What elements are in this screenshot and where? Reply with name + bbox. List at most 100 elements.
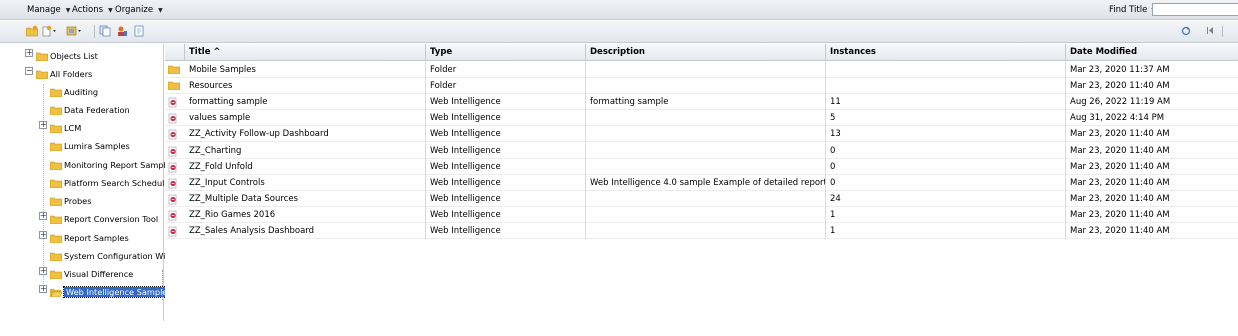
organize-menu-label: Organize: [115, 5, 154, 15]
cell-instances: 1: [826, 223, 1066, 239]
table-row[interactable]: Resources Folder Mar 23, 2020 11:40 AM: [165, 78, 1238, 95]
tree-item-probes[interactable]: Probes: [49, 196, 92, 208]
web-intelligence-document-icon: [168, 210, 180, 221]
tree-item-web-intelligence-samples[interactable]: Web Intelligence Samples: [50, 286, 175, 299]
refresh-icon[interactable]: [1181, 26, 1191, 39]
tree-item-label: Auditing: [64, 87, 99, 97]
cell-description: [586, 110, 826, 127]
cell-date-modified: Aug 31, 2022 4:14 PM: [1070, 113, 1165, 124]
cell-date-modified: Mar 23, 2020 11:40 AM: [1070, 161, 1170, 172]
menu-bar: Manage▼ Actions▼ Organize▼ Find Title▼: [0, 0, 1238, 20]
tree-item-label: All Folders: [50, 69, 93, 79]
cell-description: [586, 62, 826, 78]
folder-icon: [49, 197, 63, 206]
cell-description: Web Intelligence 4.0 sample Example of d…: [586, 174, 826, 191]
table-row[interactable]: ZZ_Fold Unfold Web Intelligence 0 Mar 23, 2…: [165, 158, 1238, 175]
table-row[interactable]: Mobile Samples Folder Mar 23, 2020 11:37 A…: [165, 62, 1238, 78]
expand-icon[interactable]: +: [39, 267, 47, 275]
cell-title: formatting sample: [185, 94, 426, 111]
cell-date-modified: Mar 23, 2020 11:40 AM: [1070, 226, 1170, 236]
tree-item-label: Monitoring Report Sample: [64, 160, 171, 170]
actions-menu[interactable]: Actions ▼: [72, 5, 113, 15]
cell-description: [586, 158, 826, 175]
cell-title: ZZ_Rio Games 2016: [185, 206, 426, 223]
tree-item-label: LCM: [64, 123, 82, 133]
cell-type: Folder: [426, 78, 586, 95]
web-intelligence-document-icon: [168, 146, 180, 156]
table-row[interactable]: ZZ_Input Controls Web Intelligence Web Int…: [165, 174, 1238, 191]
cell-type: Web Intelligence: [426, 110, 586, 127]
cell-title: ZZ_Fold Unfold: [185, 158, 426, 175]
column-header-title[interactable]: Title ^: [185, 44, 426, 61]
table-row[interactable]: formatting sample Web Intelligence formatt…: [165, 94, 1238, 111]
tree-item-platform-search-scheduling[interactable]: Platform Search Scheduling: [49, 178, 178, 190]
tree-guide-line: [43, 84, 44, 290]
first-page-icon[interactable]: [1206, 26, 1214, 38]
collapse-icon[interactable]: −: [25, 67, 33, 75]
document-icon[interactable]: [133, 25, 145, 38]
expand-icon[interactable]: +: [25, 49, 33, 57]
chevron-down-icon: ▼: [108, 7, 113, 14]
toolbar: [0, 21, 1238, 43]
tree-item-system-configuration-wizard[interactable]: System Configuration Wizard: [49, 251, 183, 263]
tree-item-lumira-samples[interactable]: Lumira Samples: [49, 141, 130, 153]
folder-icon: [49, 88, 63, 97]
copy-icon[interactable]: [99, 25, 111, 38]
search-input[interactable]: [1152, 3, 1238, 16]
tree-item-objects-list[interactable]: Objects List: [35, 51, 98, 63]
table-row[interactable]: values sample Web Intelligence 5 Aug 31, 20…: [165, 110, 1238, 127]
table-row[interactable]: ZZ_Charting Web Intelligence 0 Mar 23, 2020…: [165, 142, 1238, 159]
cell-description: formatting sample: [586, 94, 826, 111]
cell-date-modified: Mar 23, 2020 11:40 AM: [1070, 193, 1170, 204]
cell-instances: 11: [826, 94, 1066, 111]
tree-item-lcm[interactable]: LCM: [49, 123, 82, 135]
web-intelligence-document-icon: [168, 97, 180, 108]
open-folder-icon: [50, 288, 63, 297]
table-row[interactable]: ZZ_Multiple Data Sources Web Intelligence…: [165, 190, 1238, 207]
cell-date-modified: Mar 23, 2020 11:40 AM: [1070, 209, 1170, 220]
tree-item-label: Platform Search Scheduling: [64, 178, 178, 188]
new-folder-icon[interactable]: [26, 25, 38, 38]
tree-item-data-federation[interactable]: Data Federation: [49, 105, 130, 117]
tree-item-report-conversion-tool[interactable]: Report Conversion Tool: [49, 214, 159, 226]
tree-item-monitoring-report-sample[interactable]: Monitoring Report Sample: [49, 160, 171, 172]
web-intelligence-document-icon: [168, 113, 180, 124]
tree-item-visual-difference[interactable]: Visual Difference: [49, 269, 134, 281]
cell-type: Web Intelligence: [426, 190, 586, 207]
new-object-icon[interactable]: [42, 25, 56, 38]
web-intelligence-document-icon: [168, 162, 180, 172]
table-row[interactable]: ZZ_Activity Follow-up Dashboard Web Intel…: [165, 126, 1238, 143]
expand-icon[interactable]: +: [39, 121, 47, 129]
manage-menu[interactable]: Manage ▼: [27, 5, 70, 15]
cell-date-modified: Mar 23, 2020 11:40 AM: [1070, 129, 1170, 140]
objects-table: Title ^ Type Description Instances Date …: [165, 44, 1238, 321]
tree-item-label: Visual Difference: [64, 269, 134, 279]
cell-type: Folder: [426, 62, 586, 78]
cell-type: Web Intelligence: [426, 223, 586, 239]
column-header-date-modified[interactable]: Date Modified: [1066, 44, 1238, 61]
web-intelligence-document-icon: [168, 194, 180, 205]
cell-type: Web Intelligence: [426, 174, 586, 191]
expand-icon[interactable]: +: [39, 231, 47, 239]
table-row[interactable]: ZZ_Rio Games 2016 Web Intelligence 1 Mar 23…: [165, 206, 1238, 223]
tree-item-auditing[interactable]: Auditing: [49, 87, 99, 99]
organize-menu[interactable]: Organize ▼: [115, 5, 163, 15]
expand-icon[interactable]: +: [39, 285, 47, 293]
cell-date-modified: Mar 23, 2020 11:40 AM: [1070, 145, 1170, 156]
user-icon[interactable]: [116, 25, 128, 38]
column-header-type[interactable]: Type: [426, 44, 586, 61]
column-header-description[interactable]: Description: [586, 44, 826, 61]
add-icon[interactable]: [66, 25, 82, 38]
bottom-margin: [0, 321, 1238, 336]
expand-icon[interactable]: +: [39, 212, 47, 220]
tree-item-all-folders[interactable]: All Folders: [35, 69, 93, 81]
column-header-instances[interactable]: Instances: [826, 44, 1066, 61]
cell-type: Web Intelligence: [426, 206, 586, 223]
tree-item-report-samples[interactable]: Report Samples: [49, 233, 129, 245]
panel-splitter[interactable]: [162, 270, 164, 300]
table-row[interactable]: ZZ_Sales Analysis Dashboard Web Intellige…: [165, 223, 1238, 239]
find-title-dropdown[interactable]: Find Title▼: [1109, 5, 1156, 15]
web-intelligence-document-icon: [168, 129, 180, 140]
tree-item-label: Report Conversion Tool: [64, 214, 159, 224]
cell-title: ZZ_Multiple Data Sources: [185, 190, 426, 207]
